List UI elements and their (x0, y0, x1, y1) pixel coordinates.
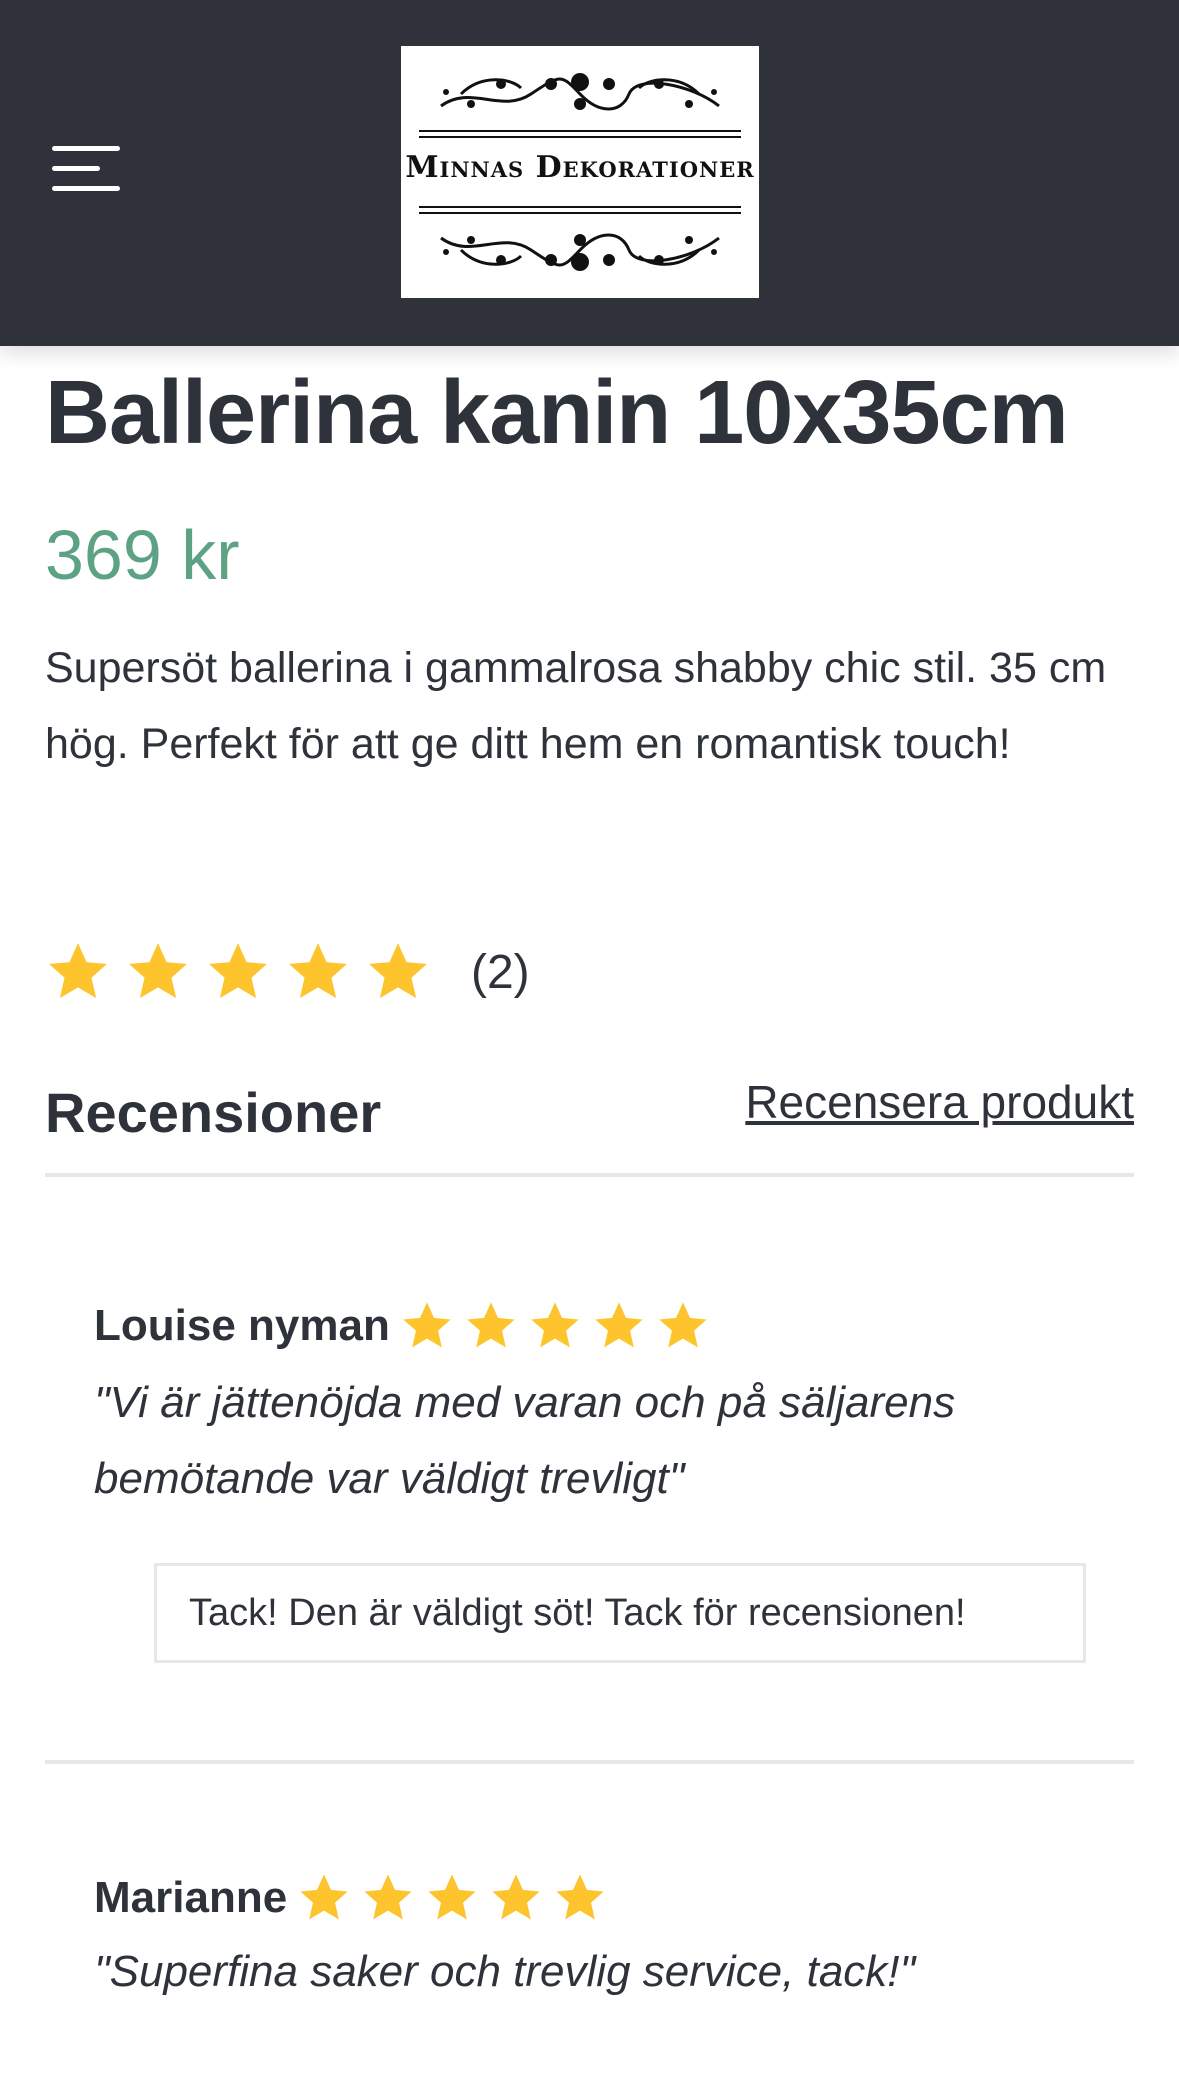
site-header: Minnas Dekorationer (0, 0, 1179, 346)
logo-rule (419, 130, 741, 132)
hamburger-menu-icon[interactable] (46, 140, 126, 196)
write-review-link[interactable]: Recensera produkt (745, 1075, 1134, 1129)
star-icon (300, 1874, 348, 1920)
star-icon (209, 943, 267, 999)
reviews-heading: Recensioner (45, 1081, 382, 1144)
site-logo[interactable]: Minnas Dekorationer (401, 46, 759, 298)
star-icon (531, 1302, 579, 1348)
rating-count: (2) (471, 945, 530, 999)
menu-line (52, 146, 120, 151)
logo-rule (419, 136, 741, 138)
product-price: 369 kr (45, 516, 240, 594)
star-icon (289, 943, 347, 999)
review-author: Louise nyman (94, 1301, 390, 1350)
product-description: Supersöt ballerina i gammalrosa shabby c… (45, 644, 1107, 768)
star-icon (129, 943, 187, 999)
ornament-bottom-icon (440, 233, 720, 271)
seller-reply: Tack! Den är väldigt söt! Tack för recen… (154, 1563, 1086, 1663)
menu-line (52, 186, 120, 191)
product-rating[interactable]: (2) (45, 940, 530, 1004)
divider (45, 1173, 1134, 1177)
star-icon (492, 1874, 540, 1920)
menu-line (52, 166, 100, 171)
logo-rule (419, 206, 741, 208)
star-icon (556, 1874, 604, 1920)
review-author: Marianne (94, 1873, 288, 1922)
logo-text: Minnas Dekorationer (405, 150, 755, 185)
review-header: Marianne (94, 1868, 617, 1928)
star-icon (595, 1302, 643, 1348)
star-icon (467, 1302, 515, 1348)
star-icon (403, 1302, 451, 1348)
star-icon (659, 1302, 707, 1348)
review-text: "Vi är jättenöjda med varan och på sälja… (94, 1378, 956, 1503)
logo-rule (419, 212, 741, 214)
review-header: Louise nyman (94, 1296, 720, 1356)
ornament-top-icon (440, 73, 720, 111)
product-title: Ballerina kanin 10x35cm (45, 363, 1069, 463)
star-icon (428, 1874, 476, 1920)
star-icon (364, 1874, 412, 1920)
star-icon (369, 943, 427, 999)
review-text: "Superfina saker och trevlig service, ta… (94, 1947, 916, 1996)
divider (45, 1760, 1134, 1764)
star-icon (49, 943, 107, 999)
